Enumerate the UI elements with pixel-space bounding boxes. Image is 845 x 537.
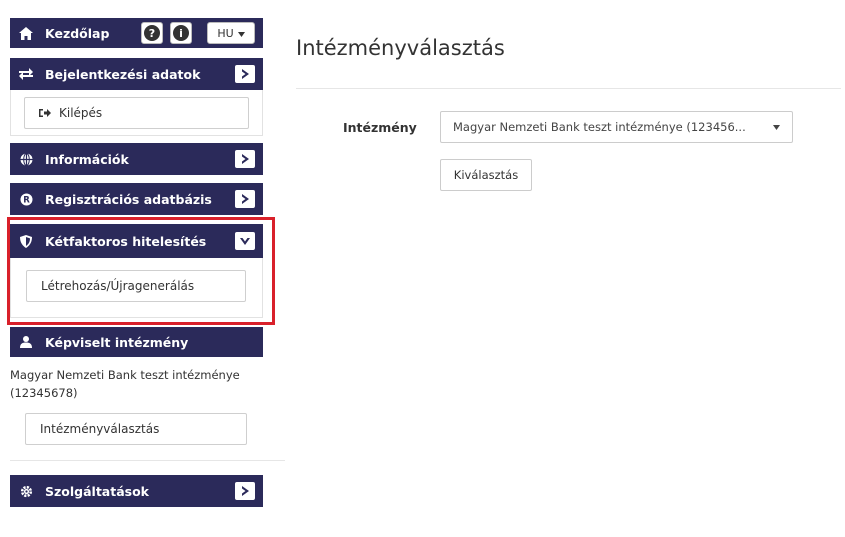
chevron-down-icon [237, 27, 245, 40]
home-icon [19, 26, 33, 40]
info-icon: i [173, 25, 189, 41]
services-header[interactable]: Szolgáltatások [10, 475, 263, 507]
institution-select[interactable]: Magyar Nemzeti Bank teszt intézménye (12… [440, 111, 793, 143]
registry-label: Regisztrációs adatbázis [45, 191, 212, 207]
sidebar-divider [10, 460, 285, 461]
chevron-down-icon [773, 124, 780, 130]
logout-label: Kilépés [59, 106, 103, 120]
language-label: HU [217, 26, 234, 40]
login-data-header[interactable]: Bejelentkezési adatok [10, 58, 263, 90]
represented-label: Képviselt intézmény [45, 334, 189, 350]
gear-icon [19, 485, 33, 498]
user-icon [19, 336, 33, 348]
login-data-panel: Kilépés [10, 90, 263, 136]
institution-field-label: Intézmény [343, 120, 417, 135]
sidebar: Kezdőlap ? i HU Bejelentkezési adatok Ki… [0, 0, 290, 537]
page-title: Intézményválasztás [296, 36, 505, 60]
submit-label: Kiválasztás [453, 168, 519, 182]
info-header[interactable]: Információk [10, 143, 263, 175]
registered-icon: R [19, 193, 33, 206]
registry-header[interactable]: R Regisztrációs adatbázis [10, 183, 263, 215]
services-label: Szolgáltatások [45, 483, 149, 499]
globe-icon [19, 152, 33, 166]
institution-select-label: Intézményválasztás [40, 422, 160, 436]
swap-icon [19, 68, 33, 80]
svg-text:R: R [23, 195, 30, 205]
institution-select-button[interactable]: Intézményválasztás [25, 413, 247, 445]
logout-button[interactable]: Kilépés [24, 97, 249, 129]
twofactor-highlight-frame [7, 217, 275, 325]
institution-select-value: Magyar Nemzeti Bank teszt intézménye (12… [453, 120, 746, 134]
title-divider [296, 88, 841, 89]
chevron-right-icon[interactable] [235, 150, 255, 168]
chevron-right-icon[interactable] [235, 482, 255, 500]
logout-icon [39, 108, 51, 118]
represented-header: Képviselt intézmény [10, 327, 263, 357]
help-icon: ? [144, 25, 160, 41]
submit-button[interactable]: Kiválasztás [440, 159, 532, 191]
represented-institution-name: Magyar Nemzeti Bank teszt intézménye (12… [10, 368, 240, 400]
chevron-right-icon[interactable] [235, 65, 255, 83]
login-data-label: Bejelentkezési adatok [45, 66, 201, 82]
language-dropdown[interactable]: HU [207, 22, 255, 44]
info-button[interactable]: i [170, 22, 192, 44]
chevron-right-icon[interactable] [235, 190, 255, 208]
info-label: Információk [45, 151, 129, 167]
help-button[interactable]: ? [141, 22, 163, 44]
